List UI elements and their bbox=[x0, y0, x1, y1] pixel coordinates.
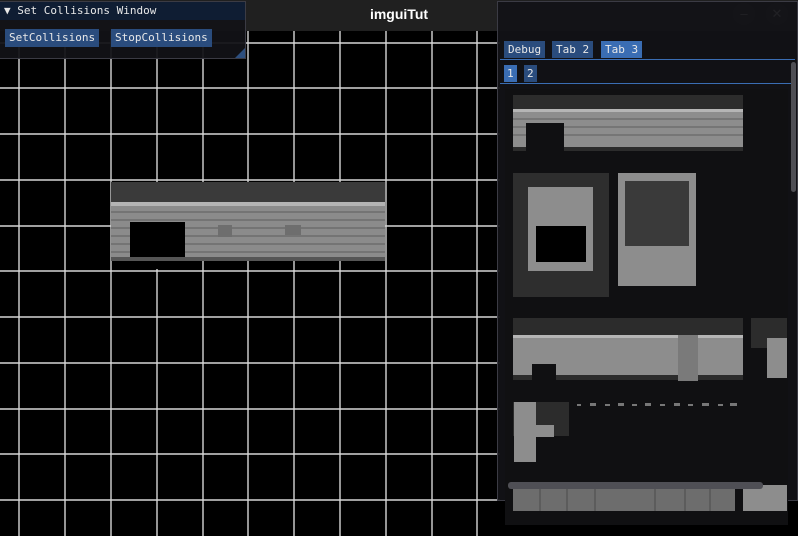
tileset-canvas[interactable] bbox=[505, 89, 788, 525]
tab-debug[interactable]: Debug bbox=[504, 41, 546, 58]
tileset-window-frame-a bbox=[513, 173, 609, 297]
tab-bar-underline bbox=[500, 59, 795, 60]
tileset-corner-piece bbox=[513, 402, 737, 462]
subtab-bar-underline bbox=[500, 83, 795, 84]
subtab-1[interactable]: 1 bbox=[504, 65, 517, 82]
resize-grip[interactable] bbox=[235, 48, 245, 58]
tileset-window: Debug Tab 2 Tab 3 1 2 bbox=[497, 1, 798, 525]
collisions-window-titlebar[interactable]: ▼ Set Collisions Window bbox=[0, 2, 245, 20]
tab-2[interactable]: Tab 2 bbox=[552, 41, 594, 58]
set-collisions-window: ▼ Set Collisions Window SetCollisions St… bbox=[0, 1, 246, 59]
tileset-wall-strip-2 bbox=[513, 318, 787, 381]
tab-3[interactable]: Tab 3 bbox=[601, 41, 643, 58]
horizontal-scrollbar[interactable] bbox=[508, 482, 763, 489]
triangle-down-icon[interactable]: ▼ bbox=[4, 4, 11, 17]
tileset-window-frame-b bbox=[618, 173, 696, 286]
vertical-scrollbar[interactable] bbox=[791, 62, 796, 192]
editor-grid bbox=[0, 31, 500, 536]
subtab-2[interactable]: 2 bbox=[524, 65, 537, 82]
collisions-window-title: Set Collisions Window bbox=[17, 4, 157, 17]
tileset-wall-strip bbox=[513, 95, 743, 151]
placed-wall-tile bbox=[111, 182, 385, 269]
stop-collisions-button[interactable]: StopCollisions bbox=[111, 29, 212, 47]
set-collisions-button[interactable]: SetCollisions bbox=[5, 29, 100, 47]
